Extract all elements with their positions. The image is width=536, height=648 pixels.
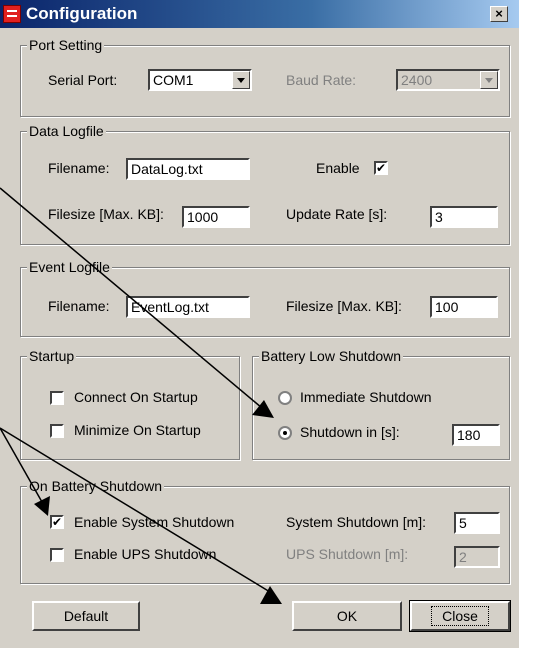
annotation-arrows	[0, 187, 282, 604]
annotation-arrow-line	[0, 187, 263, 409]
annotation-arrow-line	[0, 427, 271, 593]
annotation-arrow-line	[0, 427, 43, 503]
annotation-arrowhead	[34, 496, 50, 516]
